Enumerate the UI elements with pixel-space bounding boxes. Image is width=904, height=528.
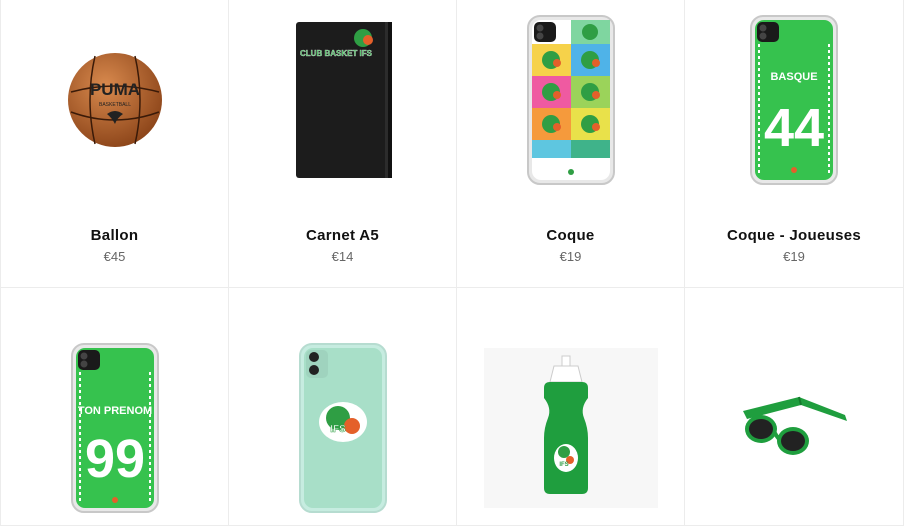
svg-text:IFS: IFS (330, 424, 346, 435)
product-card-coque-mint[interactable]: IFS (229, 288, 457, 526)
water-bottle-image: IFS (483, 348, 658, 508)
svg-text:99: 99 (84, 429, 144, 489)
product-price: €14 (331, 249, 354, 264)
product-card-ballon[interactable]: PUMA BASKETBALL Ballon €45 (0, 0, 229, 288)
product-image[interactable] (457, 0, 684, 200)
product-card-coque-custom[interactable]: TON PRENOM 99 (0, 288, 229, 526)
phone-case-player-image: BASQUE 44 (750, 15, 838, 185)
product-grid: PUMA BASKETBALL Ballon €45 CLUB BASKET I… (0, 0, 904, 526)
product-card-lunettes[interactable] (685, 288, 904, 526)
product-image[interactable]: IFS (457, 328, 684, 528)
svg-text:IFS: IFS (559, 462, 568, 468)
svg-text:CLUB BASKET IFS: CLUB BASKET IFS (300, 49, 373, 58)
product-image[interactable] (685, 328, 903, 528)
svg-text:BASKETBALL: BASKETBALL (99, 102, 131, 108)
svg-text:44: 44 (764, 98, 824, 158)
product-price: €19 (783, 249, 805, 264)
product-name[interactable]: Coque - Joueuses (685, 227, 903, 244)
product-name[interactable]: Carnet A5 (229, 227, 456, 244)
product-image[interactable]: TON PRENOM 99 (1, 328, 228, 528)
basketball-image: PUMA BASKETBALL (67, 53, 162, 147)
svg-text:TON PRENOM: TON PRENOM (77, 405, 151, 417)
sunglasses-image (743, 396, 847, 455)
product-name[interactable]: Ballon (1, 227, 228, 244)
product-image[interactable]: CLUB BASKET IFS (229, 0, 456, 200)
notebook-image: CLUB BASKET IFS (295, 21, 392, 178)
product-card-coque-joueuses[interactable]: BASQUE 44 Coque - Joueuses €19 (685, 0, 904, 288)
svg-text:BASQUE: BASQUE (770, 71, 817, 83)
phone-case-custom-image: TON PRENOM 99 (70, 343, 159, 513)
product-image[interactable]: BASQUE 44 (685, 0, 903, 200)
svg-text:PUMA: PUMA (89, 80, 139, 99)
product-image[interactable]: PUMA BASKETBALL (1, 0, 228, 200)
product-name[interactable]: Coque (457, 227, 684, 244)
product-image[interactable]: IFS (229, 328, 456, 528)
product-card-carnet[interactable]: CLUB BASKET IFS Carnet A5 €14 (229, 0, 457, 288)
product-price: €45 (103, 249, 126, 264)
phone-case-mint-image: IFS (298, 343, 387, 513)
product-price: €19 (559, 249, 582, 264)
product-card-gourde[interactable]: IFS (457, 288, 685, 526)
phone-case-popart-image (526, 15, 615, 185)
product-card-coque[interactable]: Coque €19 (457, 0, 685, 288)
